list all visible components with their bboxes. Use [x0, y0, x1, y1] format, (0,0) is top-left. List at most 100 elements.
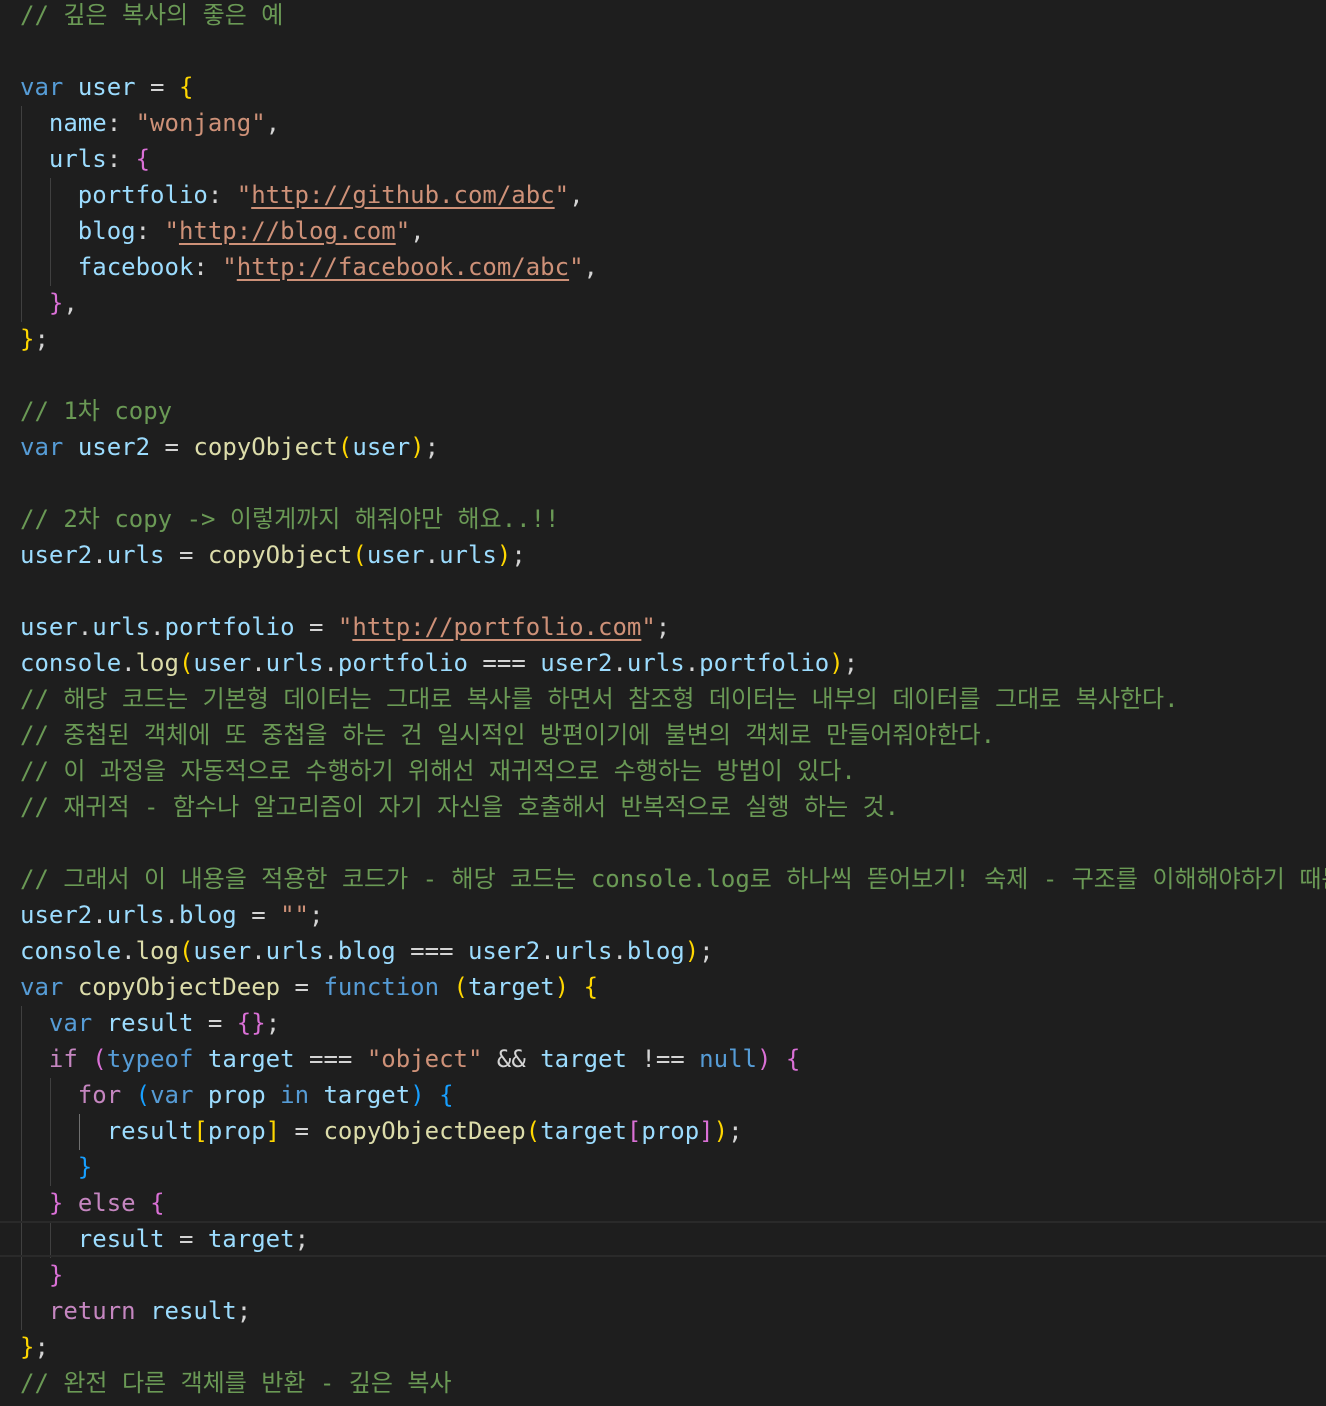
code-line[interactable]: // 재귀적 - 함수나 알고리즘이 자기 자신을 호출해서 반복적으로 실행 … [0, 789, 1326, 825]
punctuation: ; [34, 1333, 49, 1361]
keyword: var [20, 73, 64, 101]
code-line[interactable]: // 그래서 이 내용을 적용한 코드가 - 해당 코드는 console.lo… [0, 861, 1326, 897]
identifier: user2 [77, 433, 151, 461]
code-line[interactable] [0, 825, 1326, 861]
punctuation: === [294, 1045, 367, 1073]
punctuation: ; [843, 649, 859, 677]
bracket: ) [410, 1081, 425, 1109]
punctuation [136, 1189, 150, 1217]
code-line[interactable] [0, 357, 1326, 393]
code-line[interactable]: // 2차 copy -> 이렇게까지 해줘야만 해요..!! [0, 501, 1326, 537]
function-name: copyObjectDeep [77, 973, 281, 1001]
code-line[interactable]: // 중첩된 객체에 또 중첩을 하는 건 일시적인 방편이기에 불변의 객체로… [0, 717, 1326, 753]
code-line[interactable]: console.log(user.urls.blog === user2.url… [0, 933, 1326, 969]
code-line-current[interactable]: result = target; [0, 1221, 1326, 1257]
bracket: { [135, 145, 151, 173]
url-link[interactable]: http://facebook.com/abc [237, 253, 569, 281]
identifier: target [467, 973, 555, 1001]
punctuation: ; [424, 433, 440, 461]
url-link[interactable]: http://portfolio.com [352, 613, 641, 641]
code-line[interactable]: // 완전 다른 객체를 반환 - 깊은 복사 [0, 1365, 1326, 1401]
code-line[interactable]: blog: "http://blog.com", [0, 213, 1326, 249]
string: "" [280, 901, 310, 929]
code-line[interactable]: } else { [0, 1185, 1326, 1221]
comment: // 이 과정을 자동적으로 수행하기 위해선 재귀적으로 수행하는 방법이 있… [20, 757, 856, 785]
identifier: blog [178, 901, 237, 929]
code-line[interactable] [0, 465, 1326, 501]
punctuation: : [193, 253, 223, 281]
identifier: urls [48, 145, 107, 173]
punctuation [20, 1045, 49, 1073]
punctuation [20, 181, 78, 209]
code-line[interactable]: console.log(user.urls.portfolio === user… [0, 645, 1326, 681]
code-line[interactable]: if (typeof target === "object" && target… [0, 1041, 1326, 1077]
identifier: user [193, 649, 252, 677]
code-line[interactable]: } [0, 1257, 1326, 1293]
code-line[interactable]: var copyObjectDeep = function (target) { [0, 969, 1326, 1005]
punctuation: ; [34, 325, 49, 353]
bracket: ) [829, 649, 844, 677]
code-line[interactable]: name: "wonjang", [0, 105, 1326, 141]
identifier: prop [207, 1117, 266, 1145]
function-name: copyObject [207, 541, 353, 569]
punctuation: ; [655, 613, 671, 641]
punctuation: . [540, 937, 555, 965]
keyword: var [20, 433, 64, 461]
code-line[interactable] [0, 573, 1326, 609]
function-name: log [135, 649, 179, 677]
punctuation [20, 1261, 49, 1289]
comment: // 그래서 이 내용을 적용한 코드가 - 해당 코드는 console.lo… [20, 865, 1326, 893]
code-line[interactable]: facebook: "http://facebook.com/abc", [0, 249, 1326, 285]
bracket: { [785, 1045, 801, 1073]
identifier: urls [265, 649, 324, 677]
url-link[interactable]: http://github.com/abc [251, 181, 554, 209]
function-name: copyObjectDeep [323, 1117, 526, 1145]
punctuation: . [323, 649, 338, 677]
punctuation [63, 973, 77, 1001]
code-line[interactable] [0, 33, 1326, 69]
identifier: urls [106, 541, 165, 569]
bracket: ] [265, 1117, 281, 1145]
punctuation [20, 1153, 78, 1181]
code-line[interactable]: result[prop] = copyObjectDeep(target[pro… [0, 1113, 1326, 1149]
code-line[interactable]: // 해당 코드는 기본형 데이터는 그대로 복사를 하면서 참조형 데이터는 … [0, 681, 1326, 717]
punctuation [193, 1045, 207, 1073]
bracket: } [48, 1261, 64, 1289]
code-line[interactable]: for (var prop in target) { [0, 1077, 1326, 1113]
code-line[interactable]: // 깊은 복사의 좋은 예 [0, 0, 1326, 33]
code-editor[interactable]: // 깊은 복사의 좋은 예 var user = { name: "wonjan… [0, 0, 1326, 1406]
punctuation: ; [294, 1225, 310, 1253]
code-line[interactable]: return result; [0, 1293, 1326, 1329]
code-line[interactable]: } [0, 1149, 1326, 1185]
punctuation: : [106, 109, 136, 137]
code-line[interactable]: }, [0, 285, 1326, 321]
code-line[interactable]: user2.urls = copyObject(user.urls); [0, 537, 1326, 573]
code-line[interactable]: urls: { [0, 141, 1326, 177]
code-line[interactable]: user.urls.portfolio = "http://portfolio.… [0, 609, 1326, 645]
string: " [236, 181, 252, 209]
identifier: user [193, 937, 252, 965]
code-line[interactable]: var user = { [0, 69, 1326, 105]
comment: // 1차 copy [20, 397, 173, 425]
punctuation: , [410, 217, 425, 245]
url-link[interactable]: http://blog.com [179, 217, 396, 245]
punctuation: , [569, 181, 584, 209]
punctuation: , [265, 109, 281, 137]
bracket: ) [496, 541, 512, 569]
code-line[interactable]: portfolio: "http://github.com/abc", [0, 177, 1326, 213]
identifier: urls [265, 937, 324, 965]
code-line[interactable]: // 1차 copy [0, 393, 1326, 429]
identifier: target [207, 1045, 295, 1073]
code-line[interactable]: var result = {}; [0, 1005, 1326, 1041]
code-line[interactable]: }; [0, 321, 1326, 357]
comment: // 깊은 복사의 좋은 예 [20, 1, 284, 29]
code-line[interactable]: var user2 = copyObject(user); [0, 429, 1326, 465]
identifier: urls [439, 541, 497, 569]
code-line[interactable]: }; [0, 1329, 1326, 1365]
punctuation: ; [699, 937, 714, 965]
code-line[interactable]: user2.urls.blog = ""; [0, 897, 1326, 933]
identifier: result [150, 1297, 237, 1325]
identifier: prop [207, 1081, 266, 1109]
punctuation: ; [265, 1009, 281, 1037]
code-line[interactable]: // 이 과정을 자동적으로 수행하기 위해선 재귀적으로 수행하는 방법이 있… [0, 753, 1326, 789]
